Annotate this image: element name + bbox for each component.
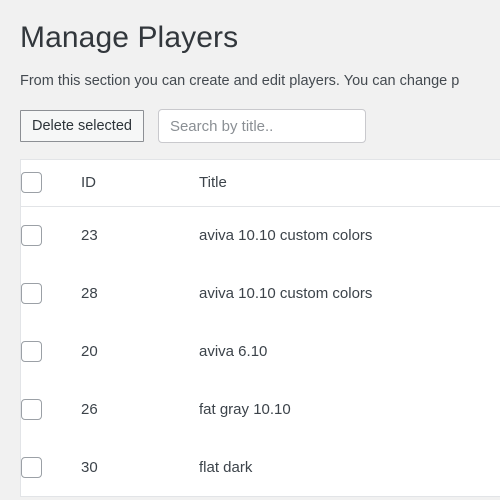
page-title: Manage Players	[20, 21, 239, 54]
row-select-cell	[21, 438, 81, 496]
players-table-container: ID Title 23 aviva 10.10 custom colors 28 av…	[20, 159, 500, 497]
players-table: ID Title 23 aviva 10.10 custom colors 28 av…	[21, 160, 500, 496]
row-title[interactable]: fat gray 10.10	[199, 380, 500, 438]
row-id: 28	[81, 264, 199, 322]
search-input[interactable]	[157, 109, 366, 143]
row-id: 20	[81, 322, 199, 380]
row-title[interactable]: flat dark	[199, 438, 500, 496]
select-all-header	[21, 160, 81, 207]
select-all-checkbox[interactable]	[21, 172, 42, 194]
table-row[interactable]: 30 flat dark	[21, 438, 500, 496]
manage-players-page: Manage Players From this section you can…	[0, 0, 500, 500]
column-header-title[interactable]: Title	[199, 160, 500, 207]
table-row[interactable]: 20 aviva 6.10	[21, 322, 500, 380]
row-select-cell	[21, 264, 81, 322]
row-checkbox[interactable]	[21, 224, 42, 246]
table-header: ID Title	[21, 160, 500, 207]
column-header-id[interactable]: ID	[81, 160, 199, 207]
row-select-cell	[21, 322, 81, 380]
row-select-cell	[21, 206, 81, 264]
toolbar: Delete selected	[20, 91, 500, 143]
row-title[interactable]: aviva 10.10 custom colors	[199, 206, 500, 264]
table-row[interactable]: 28 aviva 10.10 custom colors	[21, 264, 500, 322]
row-checkbox[interactable]	[21, 398, 42, 420]
row-id: 23	[81, 206, 199, 264]
table-header-row: ID Title	[21, 160, 500, 207]
row-checkbox[interactable]	[21, 282, 42, 304]
row-title[interactable]: aviva 10.10 custom colors	[199, 264, 500, 322]
row-select-cell	[21, 380, 81, 438]
table-body: 23 aviva 10.10 custom colors 28 aviva 10.10…	[21, 206, 500, 496]
row-checkbox[interactable]	[21, 456, 42, 478]
row-id: 26	[81, 380, 199, 438]
delete-selected-button[interactable]: Delete selected	[20, 110, 144, 142]
row-id: 30	[81, 438, 199, 496]
row-checkbox[interactable]	[21, 340, 42, 362]
page-description: From this section you can create and edi…	[20, 73, 460, 89]
table-row[interactable]: 23 aviva 10.10 custom colors	[21, 206, 500, 264]
table-row[interactable]: 26 fat gray 10.10	[21, 380, 500, 438]
row-title[interactable]: aviva 6.10	[199, 322, 500, 380]
